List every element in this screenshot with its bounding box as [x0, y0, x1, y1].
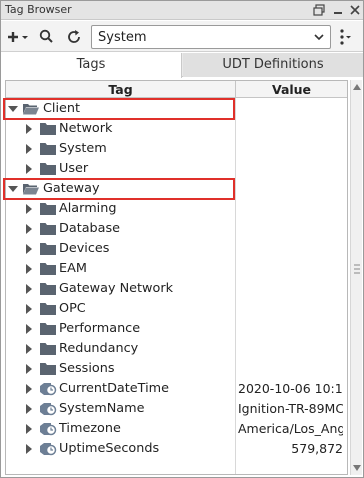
collapsed-arrow-icon[interactable]	[24, 264, 34, 274]
tree-label: EAM	[59, 261, 87, 276]
tag-provider-dropdown[interactable]: System	[91, 25, 331, 49]
tree-row-opc[interactable]: OPC	[6, 299, 347, 319]
collapsed-arrow-icon[interactable]	[24, 424, 34, 434]
gateway-highlight-box	[3, 178, 235, 200]
tag-row-uptimeseconds[interactable]: UptimeSeconds 579,872	[6, 439, 347, 459]
collapsed-arrow-icon[interactable]	[24, 324, 34, 334]
tree-label: Gateway Network	[59, 281, 174, 296]
tree-label: Redundancy	[59, 341, 139, 356]
tab-tags[interactable]: Tags	[1, 53, 182, 78]
tree-label: System	[59, 141, 107, 156]
folder-icon	[40, 363, 56, 375]
tree-row-redundancy[interactable]: Redundancy	[6, 339, 347, 359]
tag-browser-panel: Tag Browser System Tags UDT Definitions …	[0, 0, 364, 478]
folder-icon	[40, 223, 56, 235]
tag-icon	[40, 403, 57, 416]
toolbar: System	[1, 21, 363, 52]
tag-value: America/Los_Ang...	[238, 421, 343, 436]
tag-value: Ignition-TR-89MC...	[238, 401, 343, 416]
tag-icon	[40, 423, 57, 436]
tree-label: User	[59, 161, 89, 176]
collapsed-arrow-icon[interactable]	[24, 124, 34, 134]
collapsed-arrow-icon[interactable]	[24, 384, 34, 394]
scroll-up-icon[interactable]	[353, 84, 361, 90]
folder-icon	[40, 123, 56, 135]
tag-name: UptimeSeconds	[59, 441, 160, 456]
collapsed-arrow-icon[interactable]	[24, 304, 34, 314]
tree-label: Devices	[59, 241, 110, 256]
collapsed-arrow-icon[interactable]	[24, 444, 34, 454]
window-title: Tag Browser	[5, 3, 72, 16]
restore-window-icon[interactable]	[312, 3, 326, 17]
tree-row-gateway-network[interactable]: Gateway Network	[6, 279, 347, 299]
collapsed-arrow-icon[interactable]	[24, 224, 34, 234]
collapsed-arrow-icon[interactable]	[24, 404, 34, 414]
chevron-down-icon	[314, 34, 324, 41]
tag-value: 2020-10-06 10:18...	[238, 381, 343, 396]
tree-row-sessions[interactable]: Sessions	[6, 359, 347, 379]
folder-icon	[40, 323, 56, 335]
tag-name: Timezone	[59, 421, 121, 436]
tag-row-systemname[interactable]: SystemName Ignition-TR-89MC...	[6, 399, 347, 419]
collapsed-arrow-icon[interactable]	[24, 164, 34, 174]
collapsed-arrow-icon[interactable]	[24, 364, 34, 374]
tag-provider-value: System	[98, 30, 147, 45]
client-highlight-box	[3, 98, 235, 120]
folder-icon	[40, 343, 56, 355]
tree-row-devices[interactable]: Devices	[6, 239, 347, 259]
tag-icon	[40, 383, 57, 396]
column-header-value[interactable]: Value	[236, 82, 347, 97]
tree-label: Performance	[59, 321, 141, 336]
more-options-icon[interactable]	[337, 28, 353, 46]
table-header: Tag Value	[6, 81, 347, 98]
tree-label: Database	[59, 221, 121, 236]
folder-icon	[40, 303, 56, 315]
search-icon[interactable]	[38, 28, 56, 46]
collapsed-arrow-icon[interactable]	[24, 244, 34, 254]
folder-icon	[40, 203, 56, 215]
tag-name: SystemName	[59, 401, 145, 416]
tag-icon	[40, 443, 57, 456]
title-bar: Tag Browser	[1, 1, 363, 20]
tag-row-currentdatetime[interactable]: CurrentDateTime 2020-10-06 10:18...	[6, 379, 347, 399]
scroll-down-icon[interactable]	[353, 465, 361, 471]
folder-icon	[40, 143, 56, 155]
tree-row-database[interactable]: Database	[6, 219, 347, 239]
refresh-icon[interactable]	[65, 28, 83, 46]
folder-icon	[40, 263, 56, 275]
collapsed-arrow-icon[interactable]	[24, 204, 34, 214]
tree-row-system[interactable]: System	[6, 139, 347, 159]
folder-icon	[40, 283, 56, 295]
collapsed-arrow-icon[interactable]	[24, 284, 34, 294]
add-tag-button[interactable]	[6, 28, 30, 46]
tree-row-performance[interactable]: Performance	[6, 319, 347, 339]
collapsed-arrow-icon[interactable]	[24, 144, 34, 154]
tab-udt-definitions[interactable]: UDT Definitions	[183, 53, 363, 77]
column-header-tag[interactable]: Tag	[6, 82, 235, 97]
tree-row-alarming[interactable]: Alarming	[6, 199, 347, 219]
minimize-window-icon[interactable]	[331, 3, 345, 17]
scroll-thumb[interactable]	[354, 260, 360, 278]
tree-label: Network	[59, 121, 113, 136]
tree-row-user[interactable]: User	[6, 159, 347, 179]
tag-name: CurrentDateTime	[59, 381, 169, 396]
folder-icon	[40, 243, 56, 255]
collapsed-arrow-icon[interactable]	[24, 344, 34, 354]
tag-value: 579,872	[291, 441, 343, 456]
tag-tree-table: Tag Value Client Network System User Gat…	[5, 80, 348, 475]
vertical-scrollbar[interactable]	[350, 80, 362, 475]
tree-label: OPC	[59, 301, 86, 316]
tab-bar: Tags UDT Definitions	[1, 53, 363, 78]
tree-row-network[interactable]: Network	[6, 119, 347, 139]
tree-label: Alarming	[59, 201, 117, 216]
folder-icon	[40, 163, 56, 175]
tree-row-eam[interactable]: EAM	[6, 259, 347, 279]
close-window-icon[interactable]	[348, 3, 362, 17]
tag-row-timezone[interactable]: Timezone America/Los_Ang...	[6, 419, 347, 439]
tree-label: Sessions	[59, 361, 115, 376]
